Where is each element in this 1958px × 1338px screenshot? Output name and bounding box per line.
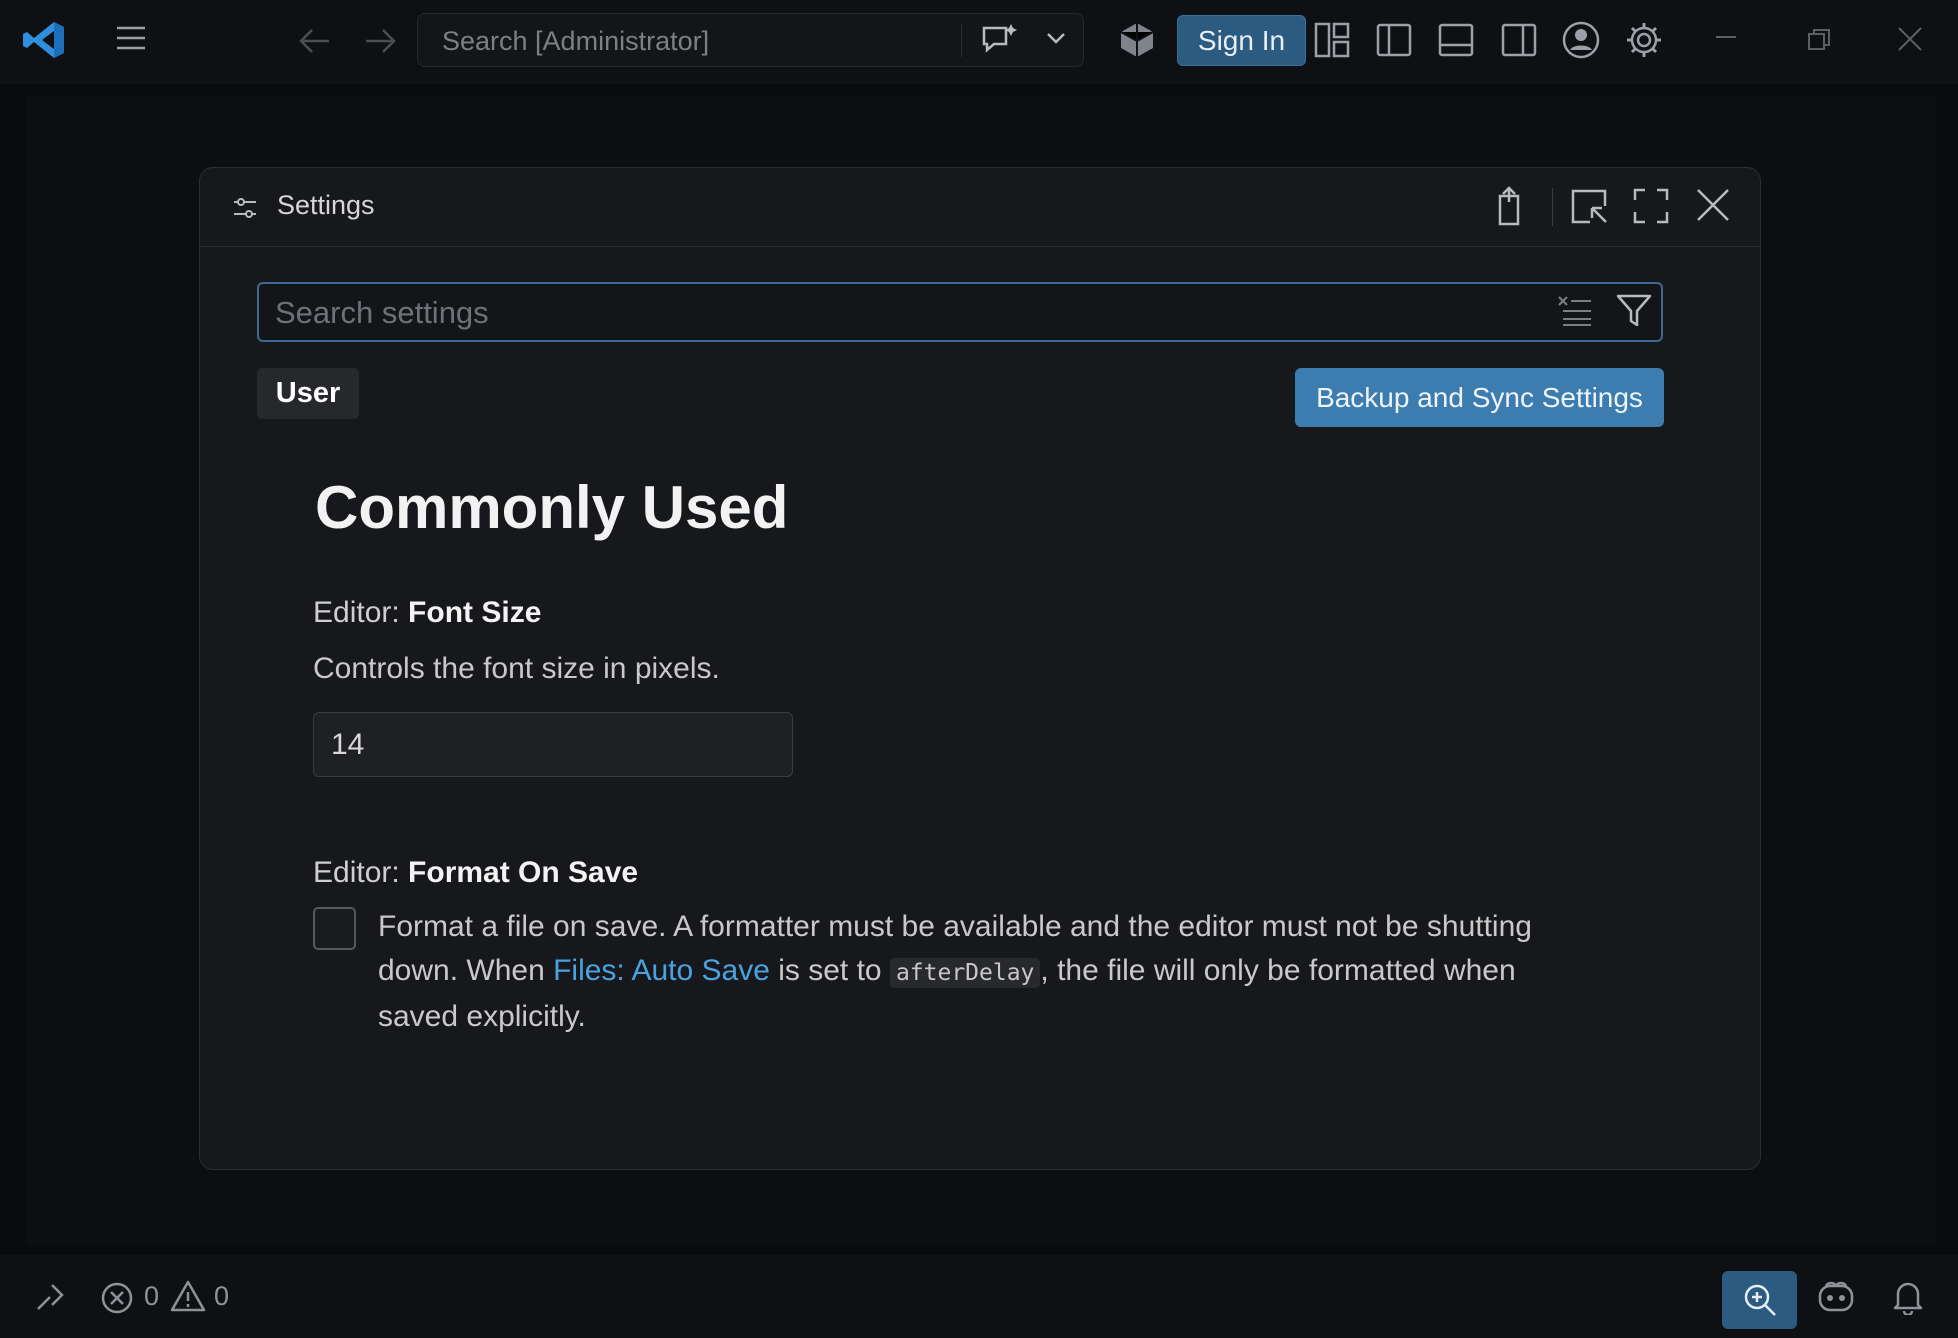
divider [961, 24, 962, 57]
toggle-panel-icon[interactable] [1438, 23, 1474, 57]
setting-name: Font Size [408, 596, 542, 629]
error-count[interactable]: 0 [144, 1281, 159, 1312]
account-icon[interactable] [1561, 20, 1601, 60]
sign-in-button[interactable]: Sign In [1177, 15, 1306, 66]
divider [1552, 188, 1553, 226]
restore-icon[interactable] [1807, 28, 1831, 52]
section-title: Commonly Used [315, 474, 789, 541]
setting-title-font-size: Editor: Font Size [313, 596, 541, 630]
vscode-logo-icon[interactable] [22, 20, 66, 60]
minimize-icon[interactable] [1714, 32, 1738, 42]
files-auto-save-link[interactable]: Files: Auto Save [553, 954, 770, 987]
filter-icon[interactable] [1616, 293, 1652, 329]
layout-customize-icon[interactable] [1314, 22, 1350, 58]
toggle-primary-sidebar-icon[interactable] [1376, 23, 1412, 57]
command-center-search[interactable]: Search [Administrator] [417, 13, 1084, 67]
format-on-save-checkbox[interactable] [313, 907, 356, 950]
chat-sparkle-icon[interactable] [980, 22, 1020, 58]
close-icon[interactable] [1897, 26, 1923, 52]
status-bar: 0 0 [0, 1255, 1958, 1338]
chevron-down-icon[interactable] [1045, 28, 1067, 48]
toggle-secondary-sidebar-icon[interactable] [1501, 23, 1537, 57]
error-icon[interactable] [100, 1281, 134, 1315]
tab-user[interactable]: User [257, 368, 359, 419]
settings-search-field[interactable] [257, 282, 1663, 342]
command-center-placeholder: Search [Administrator] [442, 26, 710, 56]
title-bar: Search [Administrator] Sign In [0, 0, 1958, 84]
settings-sliders-icon [232, 195, 258, 221]
bell-icon[interactable] [1892, 1279, 1924, 1315]
settings-modal: Settings User Backup and Sync Settings C… [199, 167, 1761, 1170]
copilot-icon[interactable] [1816, 1280, 1856, 1314]
description-text: is set to [769, 954, 890, 987]
hamburger-menu-icon[interactable] [115, 25, 147, 51]
close-icon[interactable] [1696, 188, 1730, 222]
arrow-left-icon[interactable] [298, 26, 332, 56]
settings-search-input[interactable] [273, 292, 1537, 334]
modal-header: Settings [200, 168, 1760, 247]
setting-description-format-on-save: Format a file on save. A formatter must … [378, 905, 1558, 1039]
setting-name: Format On Save [408, 856, 639, 889]
after-delay-code: afterDelay [889, 958, 1041, 988]
open-json-icon[interactable] [1492, 186, 1528, 228]
setting-category: Editor: [313, 596, 409, 629]
modal-title: Settings [277, 190, 375, 220]
clear-filter-icon[interactable] [1557, 295, 1593, 327]
font-size-input[interactable] [313, 712, 793, 777]
arrow-right-icon[interactable] [363, 26, 397, 56]
setting-description-font-size: Controls the font size in pixels. [313, 652, 720, 685]
open-in-editor-icon[interactable] [1570, 188, 1610, 226]
zoom-icon [1742, 1282, 1778, 1318]
copilot-icon[interactable] [1119, 21, 1155, 59]
warning-count[interactable]: 0 [214, 1281, 229, 1312]
warning-icon[interactable] [170, 1279, 206, 1313]
backup-sync-button[interactable]: Backup and Sync Settings [1295, 368, 1664, 427]
remote-icon[interactable] [36, 1281, 66, 1313]
zoom-button[interactable] [1722, 1271, 1797, 1329]
setting-title-format-on-save: Editor: Format On Save [313, 856, 638, 890]
setting-category: Editor: [313, 856, 409, 889]
maximize-icon[interactable] [1633, 188, 1669, 224]
gear-icon[interactable] [1624, 20, 1664, 60]
